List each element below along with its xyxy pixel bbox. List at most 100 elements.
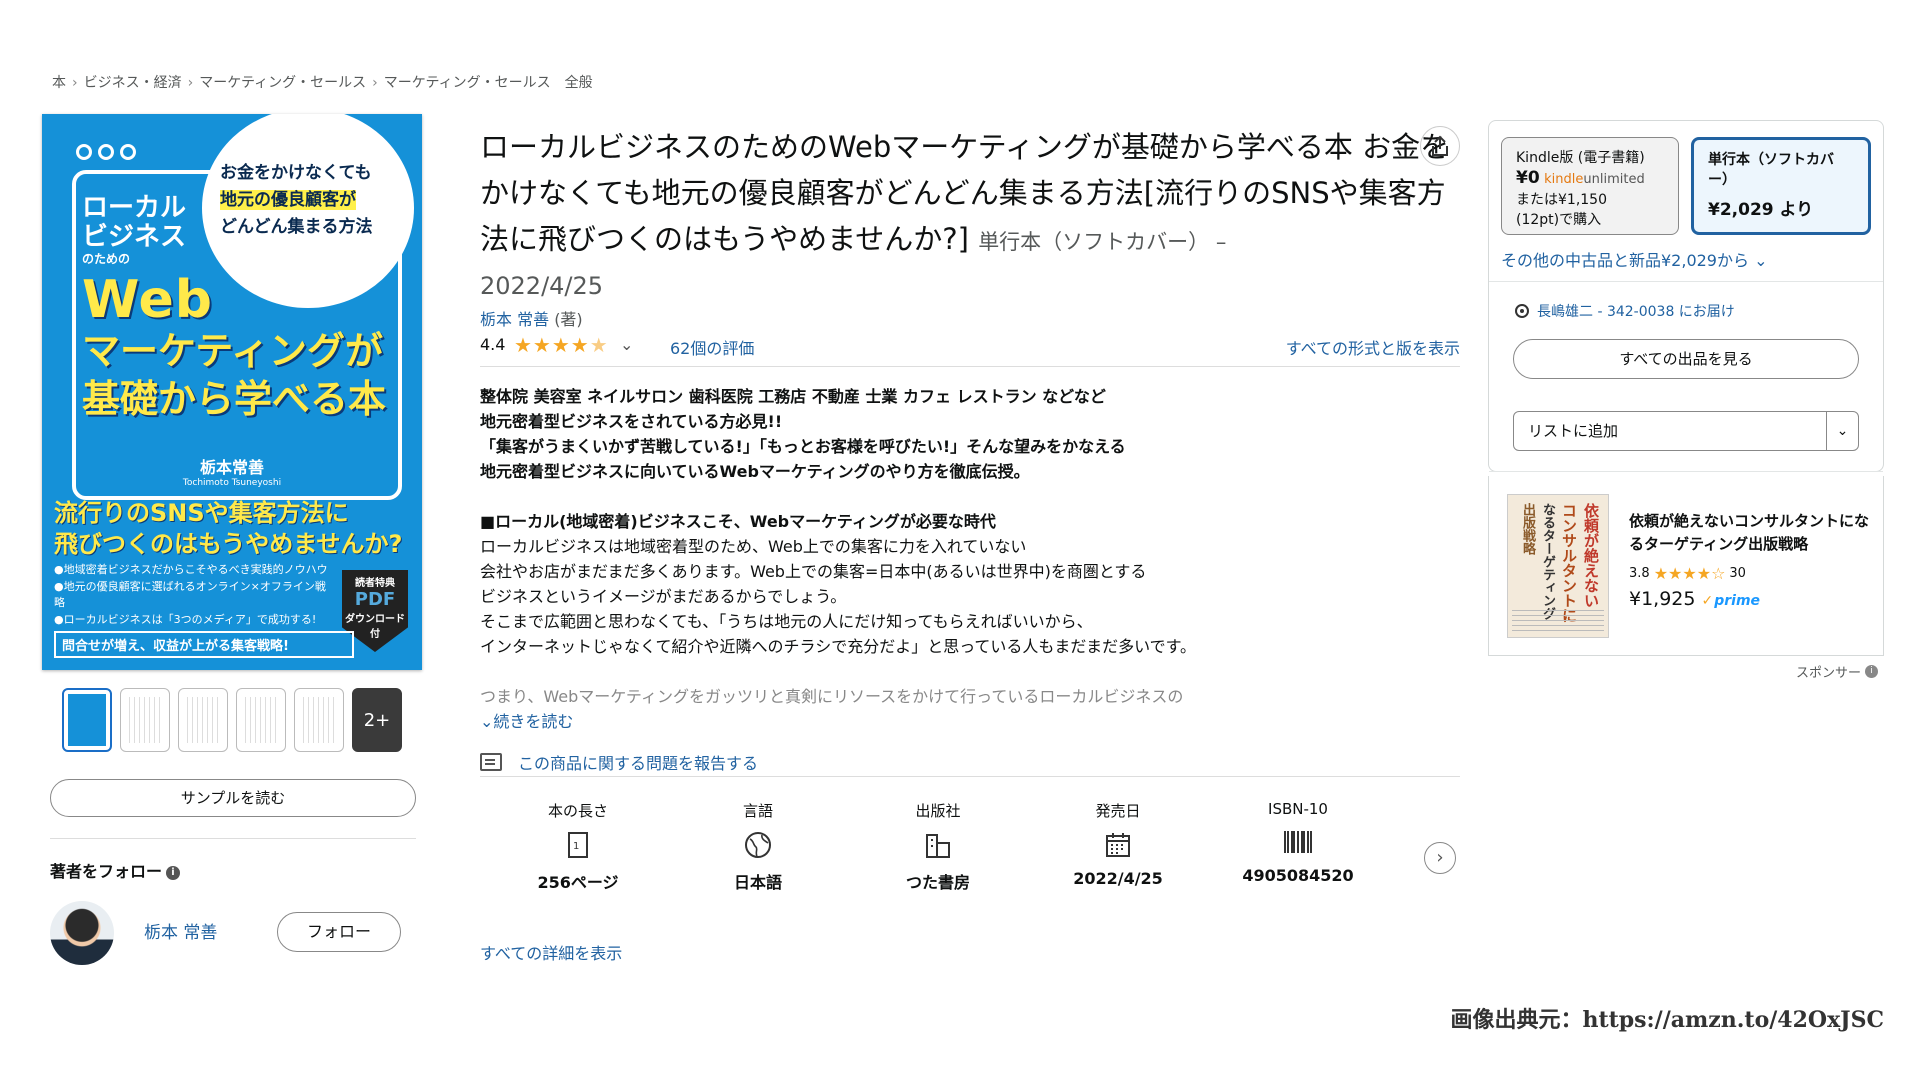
cover-title-web: Web — [82, 270, 213, 330]
description-line: インターネットじゃなくて紹介や近隣へのチラシで充分だよ」と思っている人もまだまだ… — [480, 637, 1197, 656]
breadcrumb-separator: › — [72, 75, 78, 91]
chevron-right-icon[interactable]: › — [1424, 842, 1456, 874]
location-pin-icon — [1515, 304, 1529, 318]
sponsored-rating-stars: ★★★★☆ — [1653, 564, 1726, 583]
svg-text:1: 1 — [573, 841, 579, 852]
product-description: 整体院 美容室 ネイルサロン 歯科医院 工務店 不動産 士業 カフェ レストラン… — [480, 384, 1460, 709]
thumbnail-page[interactable] — [120, 688, 170, 752]
sponsored-book-cover[interactable]: 依頼が絶えない コンサルタントに なるターゲティング 出版戦略 — [1507, 494, 1609, 638]
breadcrumb-separator: › — [372, 75, 378, 91]
book-cover-image[interactable]: お金をかけなくても 地元の優良顧客が どんどん集まる方法 ローカル ビジネス の… — [42, 114, 422, 670]
report-issue-link[interactable]: この商品に関する問題を報告する — [480, 750, 758, 774]
cover-title-main: マーケティングが 基礎から学べる本 — [82, 329, 387, 421]
info-icon[interactable]: i — [166, 865, 181, 880]
thumbnail-cover[interactable] — [62, 688, 112, 752]
breadcrumb-item[interactable]: ビジネス・経済 — [84, 75, 182, 91]
detail-length: 本の長さ 1 256ページ — [488, 800, 668, 893]
product-details-carousel: 本の長さ 1 256ページ 言語 日本語 出版社 つた書房 発売日 2022/4… — [480, 800, 1460, 910]
thumbnail-page[interactable] — [294, 688, 344, 752]
thumbnail-more[interactable]: 2+ — [352, 688, 402, 752]
byline-author-link[interactable]: 栃本 常善 — [480, 310, 549, 329]
image-thumbnails: 2+ — [62, 688, 402, 752]
building-icon — [848, 821, 1028, 869]
sponsored-title[interactable]: 依頼が絶えないコンサルタントになるターゲティング出版戦略 — [1629, 510, 1879, 556]
product-title: ローカルビジネスのためのWebマーケティングが基礎から学べる本 お金をかけなくて… — [480, 130, 1450, 256]
all-details-link[interactable]: すべての詳細を表示 — [480, 940, 622, 964]
cover-bottom-banner: 問合せが増え、収益が上がる集客戦略! — [54, 631, 354, 658]
description-line: ビジネスというイメージがまだあるからでしょう。 — [480, 587, 847, 606]
detail-release-date: 発売日 2022/4/25 — [1028, 800, 1208, 888]
read-more-link[interactable]: ⌄続きを読む — [480, 708, 573, 732]
divider — [480, 776, 1460, 777]
buy-box: Kindle版 (電子書籍) ¥0 kindleunlimited または¥1,… — [1488, 120, 1884, 472]
thumbnail-page[interactable] — [236, 688, 286, 752]
follow-author-heading: 著者をフォロー i — [50, 858, 181, 882]
breadcrumb-item[interactable]: 本 — [52, 75, 66, 91]
description-line: ローカルビジネスは地域密着型のため、Web上での集客に力を入れていない — [480, 537, 1027, 556]
description-line: 「集客がうまくいかず苦戦している!」「もっとお客様を呼びたい!」そんな望みをかな… — [480, 437, 1126, 456]
description-line: 整体院 美容室 ネイルサロン 歯科医院 工務店 不動産 士業 カフェ レストラン… — [480, 387, 1106, 406]
rating-row: 4.4 ★★★★★ ⌄ 62個の評価 すべての形式と版を表示 — [480, 333, 1460, 365]
description-gap — [480, 484, 1460, 509]
sponsored-product[interactable]: 依頼が絶えない コンサルタントに なるターゲティング 出版戦略 依頼が絶えないコ… — [1488, 476, 1884, 656]
breadcrumb-item[interactable]: マーケティング・セールス 全般 — [384, 75, 593, 91]
breadcrumb: 本 › ビジネス・経済 › マーケティング・セールス › マーケティング・セールス 全般 — [52, 72, 593, 92]
detail-publisher: 出版社 つた書房 — [848, 800, 1028, 893]
sponsored-label[interactable]: スポンサー i — [1796, 662, 1879, 681]
sponsored-rating: 3.8 ★★★★☆ 30 — [1629, 564, 1746, 583]
description-line: 地元密着型ビジネスに向いているWebマーケティングのやり方を徹底伝授。 — [480, 462, 1030, 481]
add-to-list-button[interactable]: リストに追加 ⌄ — [1513, 411, 1859, 451]
report-icon — [480, 753, 502, 771]
cover-bubble-line-3: どんどん集まる方法 — [220, 217, 373, 238]
description-line: つまり、Webマーケティングをガッツリと真剣にリソースをかけて行っているローカル… — [480, 687, 1184, 706]
see-all-offers-button[interactable]: すべての出品を見る — [1513, 339, 1859, 379]
breadcrumb-separator: › — [187, 75, 194, 91]
chevron-down-icon[interactable]: ⌄ — [620, 335, 633, 354]
description-line: ■ローカル(地域密着)ビジネスこそ、Webマーケティングが必要な時代 — [480, 512, 996, 531]
description-line: 地元密着型ビジネスをされている方必見!! — [480, 412, 783, 431]
delivery-location-link[interactable]: 長嶋雄二 - 342-0038 にお届け — [1515, 301, 1735, 321]
cover-bullets: ●地域密着ビジネスだからこそやるべき実践的ノウハウ ●地元の優良顧客に選ばれるオ… — [54, 563, 328, 626]
share-icon[interactable] — [1420, 126, 1460, 166]
description-line: そこまで広範囲と思わなくても、「うちは地元の人にだけ知ってもらえればいいから、 — [480, 612, 1093, 631]
description-line: 会社やお店がまだまだ多くあります。Web上での集客=日本中(あるいは世界中)を商… — [480, 562, 1147, 581]
format-swatch-kindle[interactable]: Kindle版 (電子書籍) ¥0 kindleunlimited または¥1,… — [1501, 137, 1679, 235]
breadcrumb-item[interactable]: マーケティング・セールス — [199, 75, 366, 91]
author-avatar[interactable] — [50, 901, 114, 965]
cover-bubble: お金をかけなくても 地元の優良顧客が どんどん集まる方法 — [202, 114, 414, 308]
author-link[interactable]: 栃本 常善 — [144, 918, 217, 943]
cover-slogan: 流行りのSNSや集客方法に 飛びつくのはもうやめませんか? — [54, 499, 403, 559]
thumbnail-page[interactable] — [178, 688, 228, 752]
rating-count-link[interactable]: 62個の評価 — [670, 335, 754, 359]
detail-isbn: ISBN-10 4905084520 — [1208, 800, 1388, 885]
read-sample-button[interactable]: サンプルを読む — [50, 779, 416, 817]
author-role: (著) — [554, 310, 583, 329]
divider — [1489, 471, 1883, 472]
format-swatch-paperback[interactable]: 単行本（ソフトカバー） ¥2,029 より — [1691, 137, 1871, 235]
used-and-new-link[interactable]: その他の中古品と新品¥2,029から ⌄ — [1501, 247, 1768, 271]
image-credit: 画像出典元：https://amzn.to/42OxJSC — [1450, 1007, 1884, 1033]
chevron-down-icon: ⌄ — [1754, 251, 1768, 270]
barcode-icon — [1208, 818, 1388, 866]
cover-bubble-line-1: お金をかけなくても — [220, 163, 372, 183]
rating-value: 4.4 — [480, 335, 506, 354]
rating-stars[interactable]: ★★★★★ — [514, 333, 609, 357]
description-gap — [480, 659, 1460, 684]
page-count-icon: 1 — [488, 821, 668, 869]
follow-button[interactable]: フォロー — [277, 912, 401, 952]
kindle-unlimited-logo: kindleunlimited — [1544, 172, 1645, 187]
chevron-down-icon[interactable]: ⌄ — [1826, 412, 1858, 450]
calendar-icon — [1028, 821, 1208, 869]
cover-dots — [76, 144, 136, 160]
divider — [480, 366, 1460, 367]
publication-date: 2022/4/25 — [480, 272, 604, 300]
prime-logo: prime — [1701, 593, 1760, 609]
cover-author: 栃本常善 Tochimoto Tsuneyoshi — [182, 458, 282, 488]
product-format: 単行本（ソフトカバー） – — [978, 230, 1227, 254]
globe-icon — [668, 821, 848, 869]
all-formats-link[interactable]: すべての形式と版を表示 — [1286, 335, 1460, 359]
detail-language: 言語 日本語 — [668, 800, 848, 893]
info-icon: i — [1865, 665, 1879, 678]
divider — [50, 838, 416, 839]
cover-bubble-line-2: 地元の優良顧客が — [220, 190, 356, 211]
